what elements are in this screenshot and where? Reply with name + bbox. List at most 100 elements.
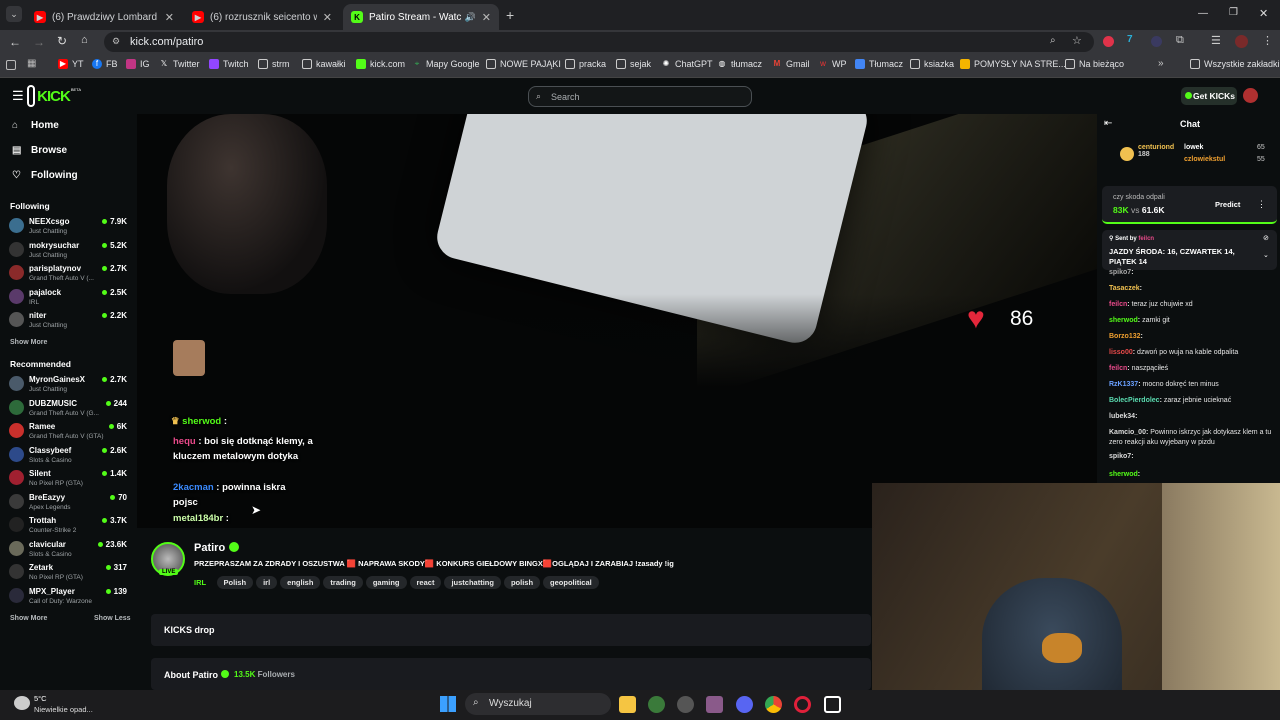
bookmark-ig[interactable]: IG <box>126 59 150 69</box>
sidebar-channel[interactable]: mokrysuchar Just Chatting 5.2K <box>9 239 129 261</box>
show-more-following[interactable]: Show More <box>10 339 47 346</box>
sidebar-channel[interactable]: MyronGainesX Just Chatting 2.7K <box>9 373 129 395</box>
tab-search-button[interactable]: ⌄ <box>6 6 22 22</box>
search-input[interactable]: ⌕ Search <box>528 86 752 107</box>
streamer-name[interactable]: Patiro <box>194 542 225 554</box>
tag[interactable]: Polish <box>216 576 254 589</box>
prediction-card[interactable]: czy skoda odpali 83K vs 61.6K Predict ⋮ <box>1102 186 1277 224</box>
all-bookmarks[interactable]: Wszystkie zakładki <box>1190 59 1280 69</box>
prediction-menu-icon[interactable]: ⋮ <box>1257 199 1266 210</box>
chat-username[interactable]: sherwod <box>1109 471 1138 478</box>
sidebar-channel[interactable]: Silent No Pixel RP (GTA) 1.4K <box>9 467 129 489</box>
new-tab-button[interactable]: + <box>506 7 514 23</box>
bookmark-ksiazka[interactable]: ksiazka <box>910 59 954 69</box>
chat-username[interactable]: spiko7 <box>1109 453 1131 460</box>
category-link[interactable]: IRL <box>194 578 206 587</box>
predict-button[interactable]: Predict <box>1215 200 1240 209</box>
close-tab-icon[interactable]: ✕ <box>165 11 174 24</box>
opera-icon[interactable] <box>794 696 811 713</box>
user-avatar[interactable] <box>1243 88 1258 103</box>
tag[interactable]: english <box>280 576 321 589</box>
bookmark-maps[interactable]: ⌖ Mapy Google <box>412 59 480 69</box>
profile-avatar[interactable] <box>1235 35 1248 48</box>
chat-username[interactable]: feilcn <box>1109 301 1127 308</box>
sidebar-channel[interactable]: BreEazyy Apex Legends 70 <box>9 491 129 513</box>
chat-username[interactable]: sherwod <box>1109 317 1138 324</box>
close-tab-icon[interactable]: ✕ <box>323 11 332 24</box>
browser-tab[interactable]: ▶ (6) rozrusznik seicento wymiana✕ <box>184 4 340 30</box>
unpin-icon[interactable]: ⊘ <box>1263 234 1269 242</box>
tag[interactable]: justchatting <box>444 576 501 589</box>
sidebar-channel[interactable]: Trottah Counter-Strike 2 3.7K <box>9 514 129 536</box>
bookmark-kawalki[interactable]: kawałki <box>302 59 346 69</box>
window-close-button[interactable]: ✕ <box>1259 7 1268 20</box>
collapse-chat-icon[interactable]: ⇤ <box>1104 118 1112 129</box>
zoom-icon[interactable]: ⌕ <box>1050 35 1056 46</box>
close-tab-icon[interactable]: ✕ <box>482 11 491 24</box>
more-bookmarks-icon[interactable]: » <box>1158 58 1164 69</box>
video-player[interactable]: ♥ 86 ♛ sherwod : hequ : boi się dotknąć … <box>137 114 1097 528</box>
bookmark-yt[interactable]: ▶ YT <box>58 59 84 69</box>
kick-logo[interactable]: KICK BETA <box>27 83 81 109</box>
sidebar-channel[interactable]: NEEXcsgo Just Chatting 7.9K <box>9 215 129 237</box>
get-kicks-button[interactable]: Get KICKs <box>1181 87 1237 105</box>
nav-browse[interactable]: ▤ Browse <box>12 145 67 156</box>
back-icon[interactable]: ← <box>9 35 21 49</box>
chat-username[interactable]: spiko7 <box>1109 269 1131 276</box>
minimize-button[interactable]: — <box>1198 8 1208 19</box>
reload-icon[interactable]: ↻ <box>57 34 67 48</box>
sidebar-channel[interactable]: pajalock IRL 2.5K <box>9 286 129 308</box>
tag[interactable]: gaming <box>365 576 407 589</box>
leader-2[interactable]: lowek <box>1184 144 1203 151</box>
taskbar-search[interactable]: ⌕ Wyszukaj <box>465 693 611 715</box>
sidebar-channel[interactable]: Classybeef Slots & Casino 2.6K <box>9 444 129 466</box>
bookmark-nowe-pajaki[interactable]: NOWE PAJĄKI <box>486 59 561 69</box>
show-more-recommended[interactable]: Show More <box>10 615 47 622</box>
tag[interactable]: geopolitical <box>543 576 599 589</box>
sidebar-channel[interactable]: niter Just Chatting 2.2K <box>9 309 129 331</box>
tag[interactable]: trading <box>323 576 363 589</box>
chat-username[interactable]: RzK1337 <box>1109 381 1138 388</box>
windows-start-icon[interactable] <box>440 696 456 712</box>
bookmark-gmail[interactable]: M Gmail <box>772 59 810 69</box>
chat-username[interactable]: lubek34 <box>1109 413 1135 420</box>
menu-hamburger-icon[interactable]: ☰ <box>12 88 24 104</box>
chat-username[interactable]: feilcn <box>1109 365 1127 372</box>
browser-menu-icon[interactable]: ⋮ <box>1262 34 1273 47</box>
forward-icon[interactable]: → <box>33 35 45 49</box>
bookmark-twitter[interactable]: 𝕏 Twitter <box>159 59 200 69</box>
tag[interactable]: irl <box>256 576 278 589</box>
bookmark-na-biezaco[interactable]: Na bieżąco <box>1065 59 1124 69</box>
bookmark-pracka[interactable]: pracka <box>565 59 606 69</box>
nav-following[interactable]: ♡ Following <box>12 170 78 181</box>
site-info-icon[interactable]: ⚙ <box>112 36 120 47</box>
bookmark-tlumacz-2[interactable]: Tłumacz <box>855 59 903 69</box>
audio-icon[interactable]: 🔊 <box>465 12 476 23</box>
bookmark-chatgpt[interactable]: ✺ ChatGPT <box>661 59 713 69</box>
app-shield-icon[interactable] <box>648 696 665 713</box>
bookmark-twitch[interactable]: Twitch <box>209 59 249 69</box>
grid-icon[interactable]: ▦ <box>27 58 36 69</box>
extension-record-icon[interactable] <box>1103 36 1114 47</box>
kick-app-icon[interactable] <box>824 696 841 713</box>
restore-button[interactable]: ❐ <box>1229 7 1238 18</box>
extensions-puzzle-icon[interactable]: ⧉ <box>1176 34 1184 47</box>
bookmark-wp[interactable]: w WP <box>818 59 846 69</box>
tag[interactable]: polish <box>503 576 541 589</box>
leader-3[interactable]: czlowiekstul <box>1184 156 1225 163</box>
app-clock-icon[interactable] <box>677 696 694 713</box>
sidebar-channel[interactable]: Ramee Grand Theft Auto V (GTA) 6K <box>9 420 129 442</box>
kicks-drop-panel[interactable]: KICKS drop <box>151 614 871 646</box>
app-photo-icon[interactable] <box>706 696 723 713</box>
chat-username[interactable]: Kamcio_00 <box>1109 429 1146 436</box>
chrome-icon[interactable] <box>765 696 782 713</box>
discord-icon[interactable] <box>736 696 753 713</box>
sidebar-channel[interactable]: parisplatynov Grand Theft Auto V (... 2.… <box>9 262 129 284</box>
sidebar-channel[interactable]: Zetark No Pixel RP (GTA) 317 <box>9 561 129 583</box>
bookmark-strm[interactable]: strm <box>258 59 290 69</box>
apps-icon[interactable] <box>6 60 16 70</box>
chat-username[interactable]: Tasaczek <box>1109 285 1140 292</box>
bookmark-star-icon[interactable]: ☆ <box>1072 34 1082 47</box>
bookmark-kick[interactable]: kick.com <box>356 59 405 69</box>
browser-tab-active[interactable]: K Patiro Stream - Watch Live🔊✕ <box>343 4 499 30</box>
